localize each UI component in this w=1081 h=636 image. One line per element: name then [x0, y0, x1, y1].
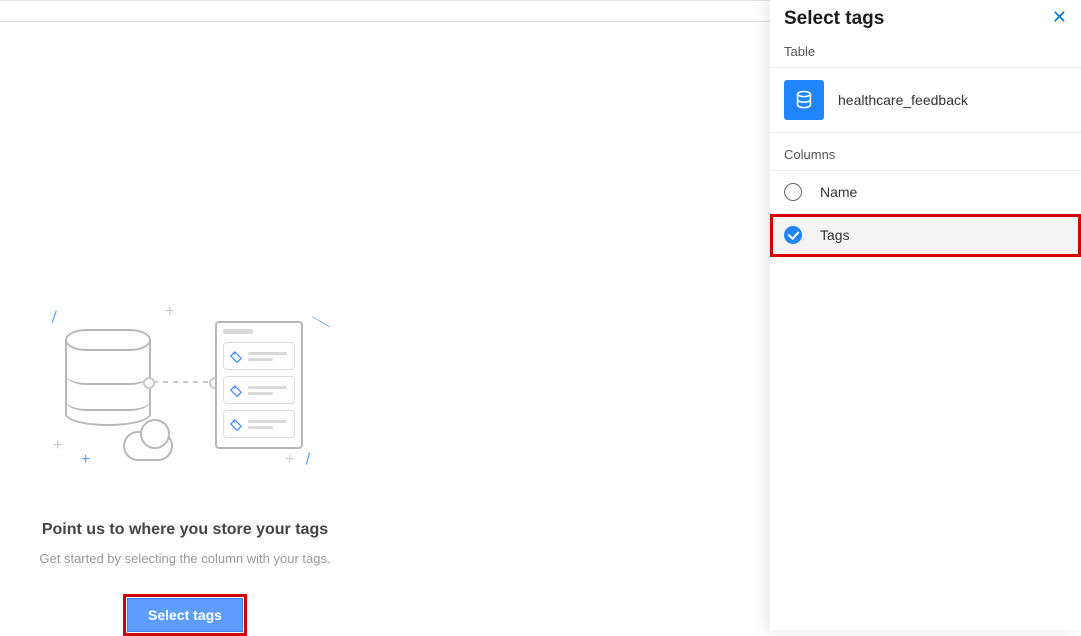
empty-state: \ + ＼ + + + \ — [30, 311, 340, 636]
columns-list: Name Tags — [770, 171, 1081, 257]
column-label: Tags — [820, 227, 850, 243]
cloud-icon — [115, 417, 177, 457]
table-section-label: Table — [770, 30, 1081, 68]
radio-selected-icon — [784, 226, 802, 244]
empty-state-subtitle: Get started by selecting the column with… — [30, 551, 340, 566]
divider — [0, 21, 770, 22]
empty-state-title: Point us to where you store your tags — [30, 521, 340, 539]
panel-title: Select tags — [784, 8, 884, 30]
close-icon: ✕ — [1052, 7, 1067, 27]
spark-icon: ＼ — [310, 307, 332, 334]
table-name: healthcare_feedback — [838, 92, 968, 108]
database-icon — [65, 329, 151, 425]
spark-icon: + — [53, 437, 62, 455]
column-option-tags[interactable]: Tags — [770, 214, 1081, 257]
radio-unselected-icon — [784, 183, 802, 201]
select-tags-button[interactable]: Select tags — [127, 598, 243, 632]
spark-icon: \ — [46, 309, 60, 326]
connection-line — [153, 381, 211, 383]
close-button[interactable]: ✕ — [1052, 8, 1067, 26]
spark-icon: + — [165, 303, 174, 321]
column-label: Name — [820, 184, 857, 200]
illustration: \ + ＼ + + + \ — [45, 311, 325, 481]
main-content: \ + ＼ + + + \ — [0, 0, 770, 630]
spark-icon: + — [285, 451, 294, 469]
columns-section-label: Columns — [770, 133, 1081, 171]
database-icon — [784, 80, 824, 120]
tags-card-icon — [215, 321, 303, 449]
spark-icon: + — [81, 451, 90, 469]
spark-icon: \ — [301, 451, 314, 469]
table-item[interactable]: healthcare_feedback — [770, 68, 1081, 133]
select-tags-panel: Select tags ✕ Table healthcare_feedback … — [770, 0, 1081, 630]
column-option-name[interactable]: Name — [770, 171, 1081, 214]
